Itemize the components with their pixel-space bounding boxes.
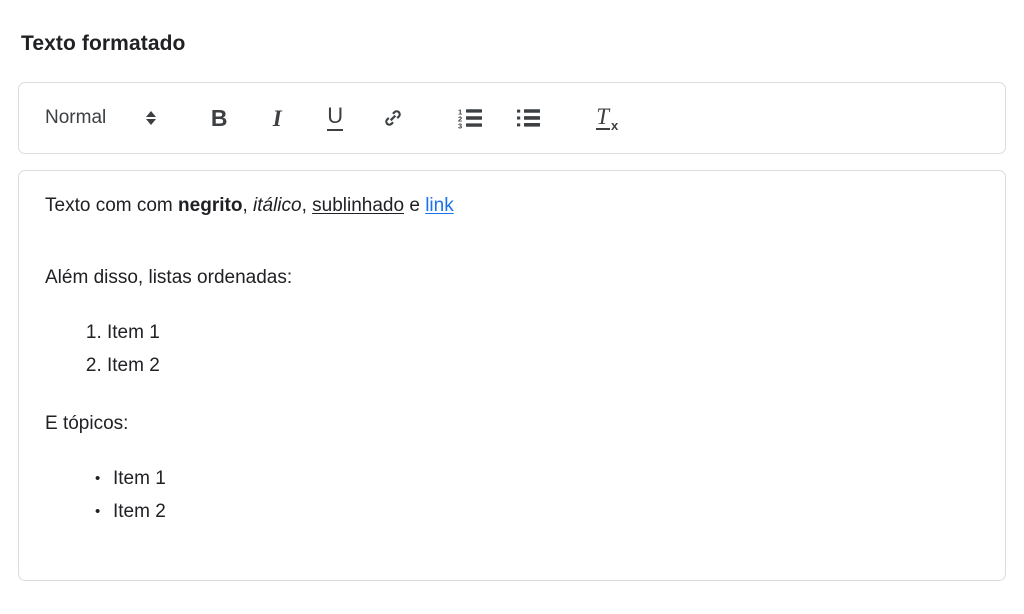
italic-text: itálico bbox=[253, 195, 302, 216]
list-item-label: Item 1 bbox=[113, 468, 166, 489]
underline-icon: U bbox=[327, 105, 344, 131]
clear-formatting-button[interactable]: T x bbox=[586, 97, 628, 139]
inline-link[interactable]: link bbox=[425, 195, 454, 216]
editor-toolbar: Normal B I U 1 2 3 T x bbox=[18, 82, 1006, 154]
paragraph-bullet-intro: E tópicos: bbox=[45, 413, 129, 434]
format-style-select[interactable]: Normal bbox=[45, 98, 162, 138]
separator-text: , bbox=[242, 195, 253, 216]
bold-text: negrito bbox=[178, 195, 243, 216]
italic-button[interactable]: I bbox=[256, 97, 298, 139]
clear-format-t: T bbox=[596, 104, 611, 130]
separator-text: , bbox=[301, 195, 313, 216]
clear-format-x: x bbox=[611, 118, 619, 133]
formatted-text-page: Texto formatado Normal B I U 1 2 3 T x T… bbox=[0, 0, 1024, 614]
bullet-list-icon bbox=[517, 109, 541, 127]
editor-content-area[interactable]: Texto com com negrito, itálico, sublinha… bbox=[18, 170, 1006, 581]
list-item: • Item 2 bbox=[95, 495, 979, 528]
paragraph-lead-text: Texto com com bbox=[45, 195, 179, 216]
list-item: Item 1 bbox=[107, 316, 979, 349]
bullet-list-button[interactable] bbox=[508, 97, 550, 139]
clear-formatting-icon: T x bbox=[596, 104, 619, 133]
link-button[interactable] bbox=[372, 97, 414, 139]
ordered-list-icon: 1 2 3 bbox=[458, 108, 483, 131]
italic-icon: I bbox=[272, 105, 282, 131]
list-item-label: Item 2 bbox=[113, 501, 166, 522]
chevron-up-down-icon bbox=[144, 107, 158, 129]
underline-button[interactable]: U bbox=[314, 97, 356, 139]
page-title: Texto formatado bbox=[21, 32, 186, 55]
svg-text:3: 3 bbox=[458, 122, 462, 131]
paragraph-inline-formats: Texto com com negrito, itálico, sublinha… bbox=[45, 193, 979, 219]
list-item: • Item 1 bbox=[95, 462, 979, 495]
bold-button[interactable]: B bbox=[198, 97, 240, 139]
ordered-list: Item 1 Item 2 bbox=[45, 316, 979, 382]
underlined-text: sublinhado bbox=[312, 195, 405, 216]
bold-icon: B bbox=[210, 104, 228, 131]
format-style-value: Normal bbox=[45, 107, 107, 128]
bullet-list: • Item 1 • Item 2 bbox=[45, 462, 979, 528]
separator-text: e bbox=[404, 195, 426, 216]
list-item: Item 2 bbox=[107, 349, 979, 382]
ordered-list-button[interactable]: 1 2 3 bbox=[450, 97, 492, 139]
bullet-marker-icon: • bbox=[95, 503, 101, 520]
bullet-marker-icon: • bbox=[95, 470, 101, 487]
paragraph-ordered-intro: Além disso, listas ordenadas: bbox=[45, 267, 293, 288]
link-icon bbox=[385, 110, 402, 126]
